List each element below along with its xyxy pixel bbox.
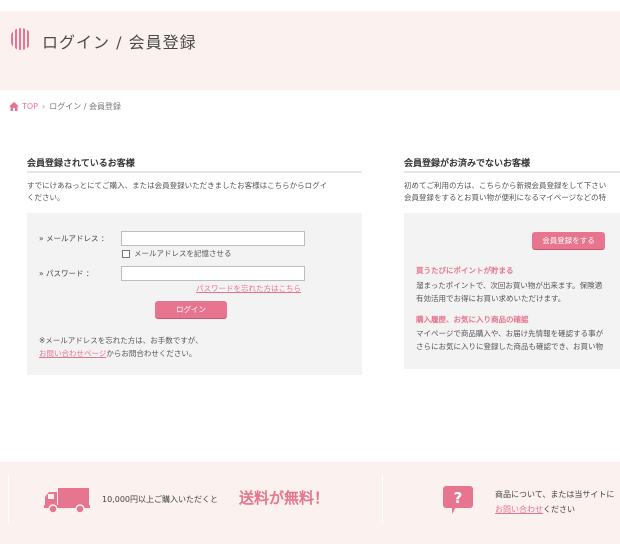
note-line2: お問い合わせページからお問合わせください。	[39, 347, 203, 360]
benefit-history-line1: マイページで商品購入や、お届け先情報を確認する事が	[416, 329, 604, 338]
email-input[interactable]	[121, 231, 305, 246]
remember-email-checkbox[interactable]	[122, 250, 130, 258]
home-icon	[9, 102, 19, 111]
register-button[interactable]: 会員登録をする	[532, 232, 605, 249]
free-shipping-highlight: 送料が無料！	[239, 489, 330, 507]
new-customer-intro: 初めてご利用の方は、こちらから新規会員登録をして下さい 会員登録をするとお買い物…	[404, 180, 620, 204]
benefit-history-line2: さらにお気に入りに登録した商品も確認でき、お買い物	[416, 342, 603, 351]
benefit-points-line1: 溜まったポイントで、次回お買い物が出来ます。保険適	[416, 281, 603, 290]
footer-divider-middle	[382, 475, 383, 523]
benefit-points-text: 溜まったポイントで、次回お買い物が出来ます。保険適 有効活用でお得にお買い求めい…	[416, 279, 602, 305]
password-label: » パスワード ：	[39, 269, 94, 278]
members-intro-line1: すでにけあねっとにてご購入、または会員登録いただきましたお客様はこちらからログイ	[27, 181, 328, 190]
new-customer-section-title: 会員登録がお済みでないお客様	[404, 159, 531, 169]
footer-divider-left	[8, 475, 9, 523]
new-customer-intro-line2: 会員登録をするとお買い物が便利になるマイページなどの特	[404, 193, 607, 202]
free-shipping-text: 10,000円以上ご購入いただくと	[102, 495, 218, 504]
contact-line2: お問い合わせください	[495, 502, 614, 517]
new-customer-title-underline	[404, 171, 620, 173]
question-icon: ?	[443, 486, 473, 514]
register-benefits: 買うたびにポイントが貯まる 溜まったポイントで、次回お買い物が出来ます。保険適 …	[416, 265, 620, 365]
stripes-icon	[10, 28, 32, 50]
contact-line1: 商品について、または当サイトに	[495, 490, 615, 499]
members-section-title: 会員登録されているお客様	[27, 159, 135, 169]
breadcrumb-current: ログイン / 会員登録	[49, 102, 121, 111]
password-input[interactable]	[121, 266, 305, 281]
login-button[interactable]: ログイン	[155, 301, 227, 318]
contact-page-link[interactable]: お問い合わせページ	[39, 349, 106, 358]
breadcrumb-separator: ›	[42, 102, 46, 111]
new-customer-intro-line1: 初めてご利用の方は、こちらから新規会員登録をして下さい	[404, 181, 607, 190]
members-intro-line2: ください。	[27, 193, 65, 202]
benefit-points-title: 買うたびにポイントが貯まる	[416, 266, 514, 275]
benefit-history-title: 購入履歴、お気に入り商品の確認	[416, 315, 529, 324]
remember-email-label: メールアドレスを記憶させる	[134, 249, 232, 258]
truck-icon	[44, 488, 90, 514]
forgot-password-link[interactable]: パスワードを忘れた方はこちら	[196, 283, 301, 294]
members-intro: すでにけあねっとにてご購入、または会員登録いただきましたお客様はこちらからログイ…	[27, 180, 367, 204]
email-forgot-note: ※メールアドレスを忘れた方は、お手数ですが、 お問い合わせページからお問合わせく…	[39, 334, 203, 360]
breadcrumb-top-link[interactable]: TOP	[22, 102, 38, 111]
svg-text:?: ?	[454, 489, 463, 507]
email-label: » メールアドレス ：	[39, 234, 109, 243]
benefit-history-text: マイページで商品購入や、お届け先情報を確認する事が さらにお気に入りに登録した商…	[416, 327, 603, 353]
benefit-points-line2: 有効活用でお得にお買い求めいただけます。	[416, 294, 566, 303]
contact-rest: ください	[543, 505, 575, 514]
members-title-underline	[27, 171, 362, 173]
note-line2-rest: からお問合わせください。	[106, 349, 197, 358]
breadcrumb: TOP › ログイン / 会員登録	[9, 101, 121, 112]
note-line1: ※メールアドレスを忘れた方は、お手数ですが、	[39, 336, 203, 345]
contact-text: 商品について、または当サイトに お問い合わせください	[495, 487, 614, 517]
contact-link[interactable]: お問い合わせ	[495, 505, 543, 514]
page-title: ログイン / 会員登録	[42, 33, 197, 52]
